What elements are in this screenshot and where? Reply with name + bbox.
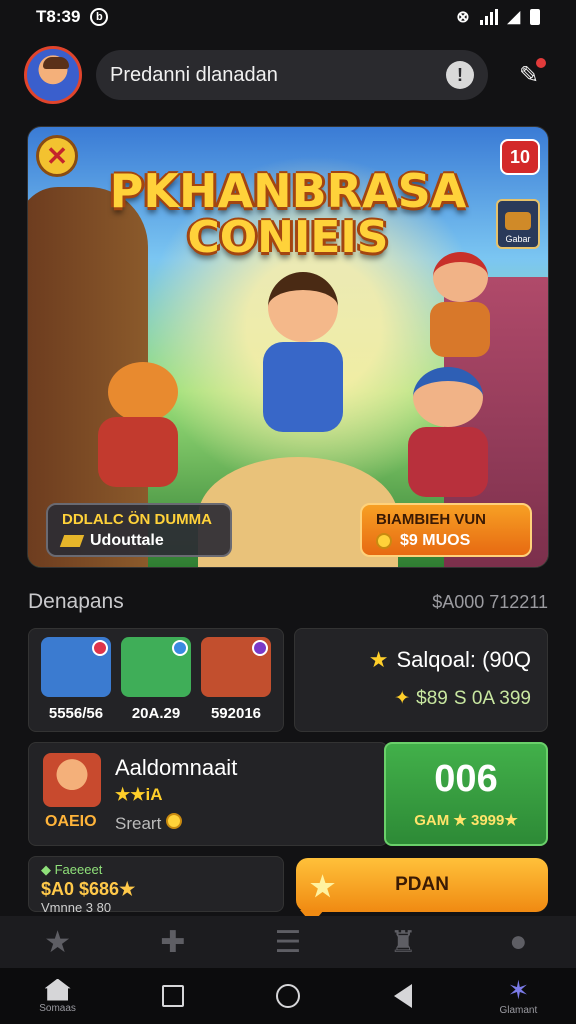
home-circle-icon bbox=[275, 984, 300, 1008]
hero-title-line1: PKHANBRASA bbox=[109, 164, 467, 218]
cta-label: PDAN bbox=[395, 874, 449, 895]
search-bar[interactable]: Predanni dlanadan ! bbox=[96, 50, 488, 100]
wifi-calling-icon: ⊗ bbox=[456, 9, 470, 26]
right-pill-title: BIAMBIEH VUN bbox=[376, 511, 487, 528]
tab-puzzle-icon[interactable]: ✚ bbox=[151, 922, 195, 962]
star-icon: ✦ bbox=[394, 688, 411, 709]
status-icons: ⊗ ◢ bbox=[456, 7, 540, 27]
nav-back[interactable] bbox=[363, 970, 443, 1022]
star-icon: ★ bbox=[310, 871, 336, 902]
nav-home-circle[interactable] bbox=[248, 970, 328, 1022]
pirate-character bbox=[418, 252, 508, 362]
section-title: Denapans bbox=[28, 590, 124, 613]
right-pill-sub: $9 MUOS bbox=[400, 532, 471, 549]
status-time: T8:39 bbox=[36, 7, 81, 26]
tab-game-icon[interactable]: ♜ bbox=[381, 922, 425, 962]
tools-icon[interactable]: ✎ bbox=[514, 58, 546, 90]
game-badge-icon bbox=[172, 640, 188, 656]
avatar[interactable] bbox=[24, 46, 82, 104]
game-value: 592016 bbox=[210, 705, 262, 722]
reward-label: ◆ Faeeeet bbox=[41, 862, 103, 877]
reward-sub: Vmnne 3 80 bbox=[41, 900, 112, 915]
top-bar: Predanni dlanadan ! ✎ bbox=[0, 40, 576, 110]
fox-character bbox=[88, 352, 198, 492]
chest-label: Gabar bbox=[505, 234, 531, 244]
battery-icon bbox=[530, 9, 540, 25]
sparkle-icon: ✶ bbox=[507, 974, 530, 1005]
tab-star-icon[interactable]: ★ bbox=[36, 922, 80, 962]
game-badge-icon bbox=[92, 640, 108, 656]
featured-sub: Sreart bbox=[115, 813, 183, 834]
level-badge[interactable]: 10 bbox=[500, 139, 540, 175]
coin-icon bbox=[166, 813, 183, 829]
nav-last-label: Glamant bbox=[499, 1004, 538, 1016]
info-icon[interactable]: ! bbox=[446, 61, 474, 89]
left-pill-sub: Udouttale bbox=[90, 532, 164, 549]
section-value: $A000 712211 bbox=[432, 592, 548, 612]
hero-character bbox=[253, 272, 353, 442]
game-thumbnail[interactable] bbox=[201, 637, 271, 697]
game-value: 5556/56 bbox=[48, 705, 104, 722]
gold-bar-icon bbox=[59, 535, 85, 547]
game-badge-icon bbox=[252, 640, 268, 656]
left-pill-title: DDLALC ÖN DUMMA bbox=[62, 511, 212, 528]
knight-character bbox=[398, 367, 498, 507]
featured-card[interactable]: Aaldomnaait ★★iA OAEIO Sreart bbox=[28, 742, 388, 846]
bottom-tab-bar: ★ ✚ ☰ ♜ ● bbox=[0, 916, 576, 968]
cta-button[interactable]: ★ PDAN bbox=[296, 858, 548, 924]
green-small-value: GAM ★ 3999★ bbox=[414, 812, 518, 829]
nav-last[interactable]: ✶ Glamant bbox=[478, 970, 558, 1022]
status-bar: T8:39 b ⊗ ◢ bbox=[0, 0, 576, 34]
star-icon: ★ bbox=[368, 647, 389, 672]
game-item[interactable]: 592016 bbox=[201, 637, 271, 723]
featured-stars: ★★iA bbox=[115, 785, 163, 804]
game-thumbnail[interactable] bbox=[41, 637, 111, 697]
green-big-value: 006 bbox=[434, 758, 498, 800]
nav-recents[interactable] bbox=[133, 970, 213, 1022]
featured-thumbnail[interactable] bbox=[43, 753, 101, 807]
b-icon: b bbox=[90, 8, 109, 26]
notification-dot bbox=[536, 58, 546, 68]
reward-card[interactable]: ◆ Faeeeet $A0 $686★ Vmnne 3 80 bbox=[28, 856, 284, 915]
hero-title: PKHANBRASA CONIEIS bbox=[68, 167, 508, 261]
hero-title-line2: CONIEIS bbox=[187, 212, 389, 264]
tab-profile-icon[interactable]: ● bbox=[496, 922, 540, 962]
nav-home[interactable]: Somaas bbox=[18, 970, 98, 1022]
home-icon bbox=[44, 978, 71, 1001]
green-score-card[interactable]: 006 GAM ★ 3999★ bbox=[384, 742, 548, 846]
signal-icon bbox=[479, 9, 498, 25]
reward-amount: $A0 $686★ bbox=[41, 879, 136, 899]
recents-icon bbox=[161, 985, 184, 1007]
featured-name: Aaldomnaait bbox=[115, 755, 238, 780]
coin-icon bbox=[376, 533, 392, 549]
close-button[interactable]: ✕ bbox=[36, 135, 78, 177]
hero-banner[interactable]: PKHANBRASA CONIEIS ✕ 10 Gabar DDLALC ÖN … bbox=[27, 126, 549, 568]
balance-sub-b: S 0A 399 bbox=[453, 687, 531, 709]
section-header: Denapans $A000 712211 bbox=[28, 590, 548, 614]
hero-left-pill[interactable]: DDLALC ÖN DUMMA Udouttale bbox=[46, 503, 232, 557]
game-item[interactable]: 20A.29 bbox=[121, 637, 191, 723]
chest-badge[interactable]: Gabar bbox=[496, 199, 540, 249]
hero-right-pill[interactable]: BIAMBIEH VUN $9 MUOS bbox=[360, 503, 532, 557]
featured-code: OAEIO bbox=[45, 813, 97, 830]
chest-icon bbox=[505, 212, 531, 230]
game-thumbnail[interactable] bbox=[121, 637, 191, 697]
balance-sub-a: $89 bbox=[416, 687, 448, 709]
game-value: 20A.29 bbox=[131, 705, 181, 722]
balance-card[interactable]: ★ Salqoal: (90Q ✦ $89 S 0A 399 bbox=[294, 628, 548, 732]
back-icon bbox=[394, 984, 413, 1008]
balance-label: Salqoal: (90Q bbox=[396, 647, 531, 672]
games-card: 5556/56 20A.29 592016 bbox=[28, 628, 284, 732]
wifi-icon: ◢ bbox=[507, 9, 520, 26]
game-item[interactable]: 5556/56 bbox=[41, 637, 111, 723]
system-nav-bar: Somaas ✶ Glamant bbox=[0, 968, 576, 1024]
search-text[interactable]: Predanni dlanadan bbox=[110, 64, 446, 87]
tab-clipboard-icon[interactable]: ☰ bbox=[266, 922, 310, 962]
nav-home-label: Somaas bbox=[39, 1002, 76, 1014]
